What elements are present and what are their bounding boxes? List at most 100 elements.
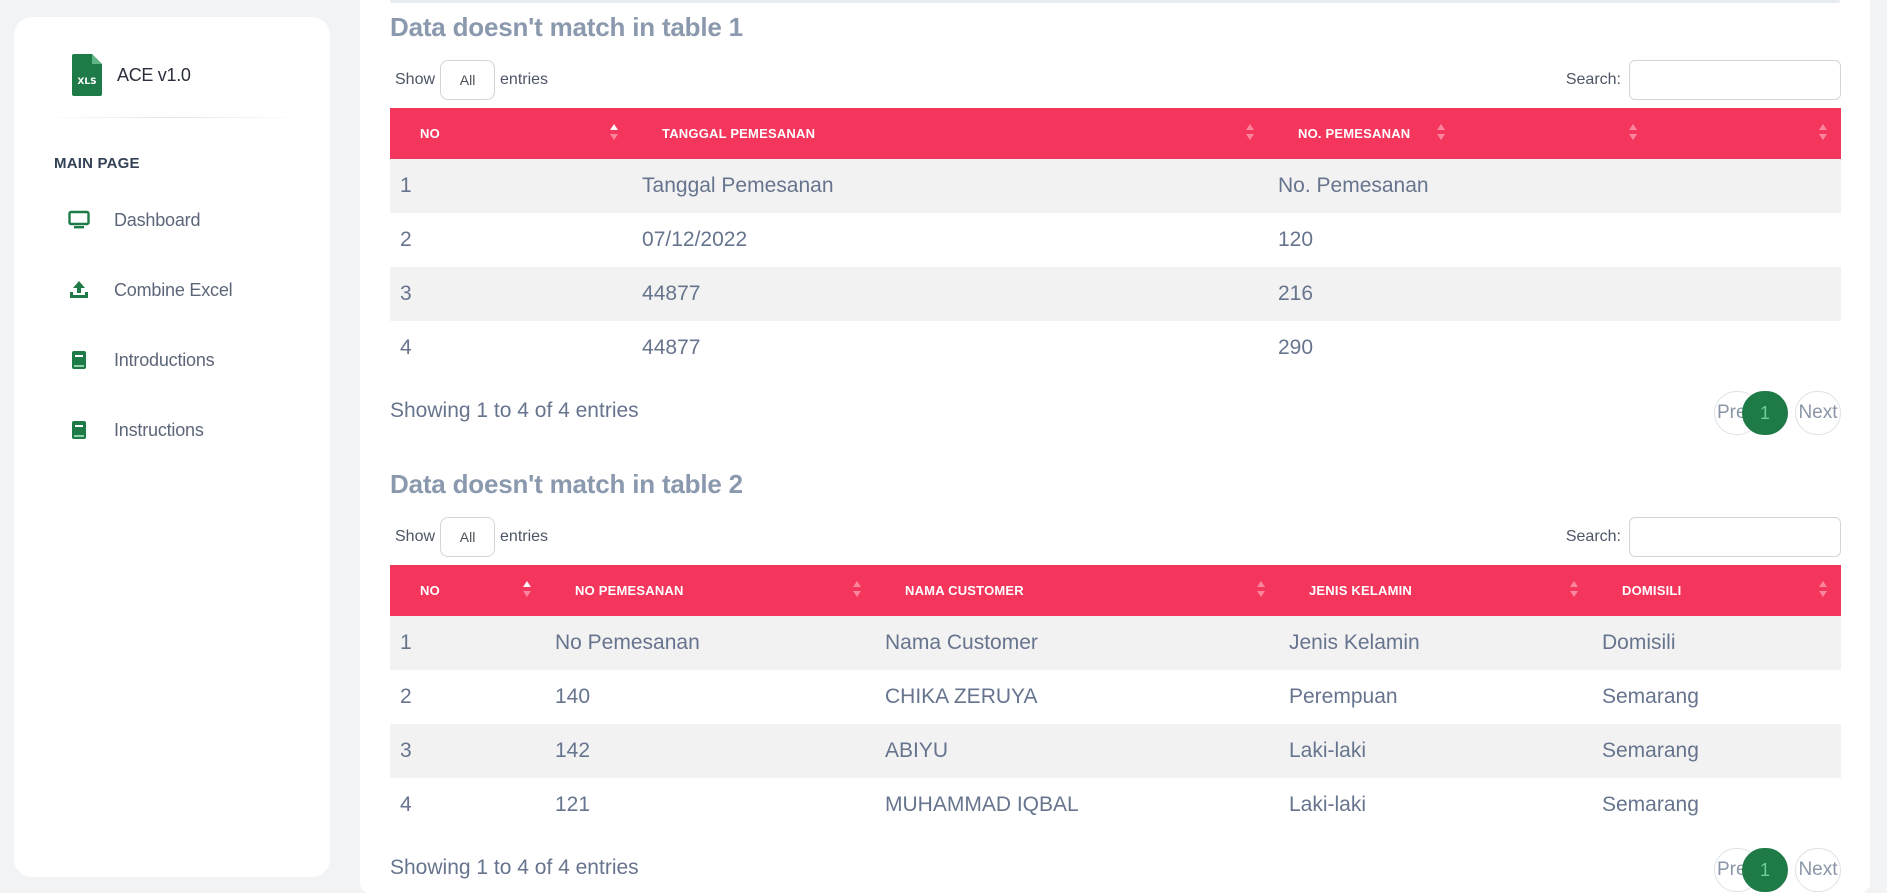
table-row: 4 44877 290 [390, 321, 1841, 375]
table-cell: Semarang [1602, 739, 1699, 762]
pagination: Previous 1 Next [1714, 391, 1841, 435]
svg-text:XLS: XLS [77, 77, 96, 87]
table1-section: Data doesn't match in table 1 Show All e… [390, 12, 1841, 435]
sidebar-section-label: MAIN PAGE [54, 155, 140, 172]
table-cell: 44877 [642, 282, 701, 305]
table-cell: Tanggal Pemesanan [642, 174, 834, 197]
sidebar-divider [36, 117, 308, 118]
show-label: Show [395, 71, 436, 88]
search-input[interactable] [1629, 517, 1841, 557]
table-cell: 1 [400, 631, 412, 654]
sidebar-item-label: Dashboard [114, 209, 201, 230]
table-cell: 216 [1278, 282, 1314, 305]
table-cell: 121 [555, 793, 591, 816]
sidebar-item-combine-excel[interactable]: Combine Excel [44, 255, 314, 325]
search-input[interactable] [1629, 60, 1841, 100]
page-1-button[interactable]: 1 [1742, 848, 1788, 892]
table-cell: 1 [400, 174, 412, 197]
table-cell: 2 [400, 228, 412, 251]
table2-length: Show All entries [395, 517, 548, 557]
table-cell: 120 [1278, 228, 1314, 251]
table-row: 2 07/12/2022 120 [390, 213, 1841, 267]
column-header[interactable]: NO. PEMESANAN [1268, 108, 1459, 159]
table-cell: Nama Customer [885, 631, 1038, 654]
table-cell: Jenis Kelamin [1289, 631, 1420, 654]
table1: NO TANGGAL PEMESANAN NO. PEMESANAN 1 Tan… [390, 108, 1841, 375]
sidebar-item-label: Instructions [114, 419, 204, 440]
table-cell: 3 [400, 739, 412, 762]
sort-icon [1819, 124, 1827, 142]
sort-icon [1628, 124, 1637, 142]
entries-select[interactable]: All [440, 60, 496, 100]
table2-section: Data doesn't match in table 2 Show All e… [390, 469, 1841, 892]
column-header[interactable]: TANGGAL PEMESANAN [632, 108, 1268, 159]
sort-icon [853, 581, 861, 599]
table-cell: 142 [555, 739, 591, 762]
search-label: Search: [1565, 528, 1621, 545]
table-cell: Semarang [1602, 793, 1699, 816]
sort-icon [1570, 581, 1578, 599]
table-row: 3 142 ABIYU Laki-laki Semarang [390, 724, 1841, 778]
column-header[interactable]: NO [390, 565, 545, 616]
table1-title: Data doesn't match in table 1 [390, 12, 743, 42]
sidebar-nav: Dashboard Combine Excel Introductions In… [44, 185, 314, 465]
table2: NO NO PEMESANAN NAMA CUSTOMER JENIS KELA… [390, 565, 1841, 832]
next-button[interactable]: Next [1795, 391, 1841, 435]
entries-label: entries [500, 71, 549, 88]
table-cell: 290 [1278, 336, 1314, 359]
table-row: 1 No Pemesanan Nama Customer Jenis Kelam… [390, 616, 1841, 670]
table1-footer: Showing 1 to 4 of 4 entries Previous 1 N… [390, 375, 1841, 435]
search-label: Search: [1565, 71, 1621, 88]
entries-select[interactable]: All [440, 517, 496, 557]
table2-search: Search: [1566, 517, 1841, 557]
column-header[interactable] [1651, 108, 1841, 159]
page-1-button[interactable]: 1 [1742, 391, 1788, 435]
next-button[interactable]: Next [1795, 848, 1841, 892]
upload-icon [68, 279, 90, 301]
table-cell: Perempuan [1289, 685, 1398, 708]
entries-label: entries [500, 528, 549, 545]
table2-title: Data doesn't match in table 2 [390, 469, 743, 499]
sidebar-item-instructions[interactable]: Instructions [44, 395, 314, 465]
app-title: ACE v1.0 [117, 64, 191, 85]
pagination: Previous 1 Next [1714, 848, 1841, 892]
table-cell: MUHAMMAD IQBAL [885, 793, 1079, 816]
column-header[interactable]: NAMA CUSTOMER [875, 565, 1279, 616]
table-row: 1 Tanggal Pemesanan No. Pemesanan [390, 159, 1841, 213]
brand-link[interactable]: XLS ACE v1.0 [58, 47, 318, 103]
table-cell: Semarang [1602, 685, 1699, 708]
table-row: 4 121 MUHAMMAD IQBAL Laki-laki Semarang [390, 778, 1841, 832]
table1-search: Search: [1566, 60, 1841, 100]
column-header[interactable]: NO [390, 108, 632, 159]
top-bar [390, 0, 1840, 3]
table2-footer: Showing 1 to 4 of 4 entries Previous 1 N… [390, 832, 1841, 892]
sidebar-item-dashboard[interactable]: Dashboard [44, 185, 314, 255]
table-cell: 3 [400, 282, 412, 305]
table-cell: ABIYU [885, 739, 949, 762]
excel-file-icon: XLS [72, 54, 102, 96]
sidebar-item-label: Introductions [114, 349, 215, 370]
table1-controls: Show All entries Search: [390, 52, 1841, 102]
sort-icon [1257, 581, 1265, 599]
book-icon [68, 349, 90, 371]
table-header-row: NO TANGGAL PEMESANAN NO. PEMESANAN [390, 108, 1841, 159]
table-cell: 2 [400, 685, 412, 708]
table-cell: 140 [555, 685, 591, 708]
column-header[interactable]: JENIS KELAMIN [1279, 565, 1592, 616]
table-row: 2 140 CHIKA ZERUYA Perempuan Semarang [390, 670, 1841, 724]
table1-length: Show All entries [395, 60, 548, 100]
table-cell: No. Pemesanan [1278, 174, 1429, 197]
monitor-icon [68, 209, 90, 231]
entries-info: Showing 1 to 4 of 4 entries [390, 399, 639, 422]
show-label: Show [395, 528, 436, 545]
table-cell: Laki-laki [1289, 739, 1367, 762]
column-header[interactable]: DOMISILI [1592, 565, 1841, 616]
table-cell: 4 [400, 336, 412, 359]
sidebar-item-introductions[interactable]: Introductions [44, 325, 314, 395]
sort-icon [1819, 581, 1827, 599]
table-cell: No Pemesanan [555, 631, 700, 654]
sort-icon [610, 124, 619, 142]
column-header[interactable]: NO PEMESANAN [545, 565, 875, 616]
sidebar: XLS ACE v1.0 MAIN PAGE Dashboard Combine… [14, 17, 330, 877]
column-header[interactable] [1459, 108, 1650, 159]
